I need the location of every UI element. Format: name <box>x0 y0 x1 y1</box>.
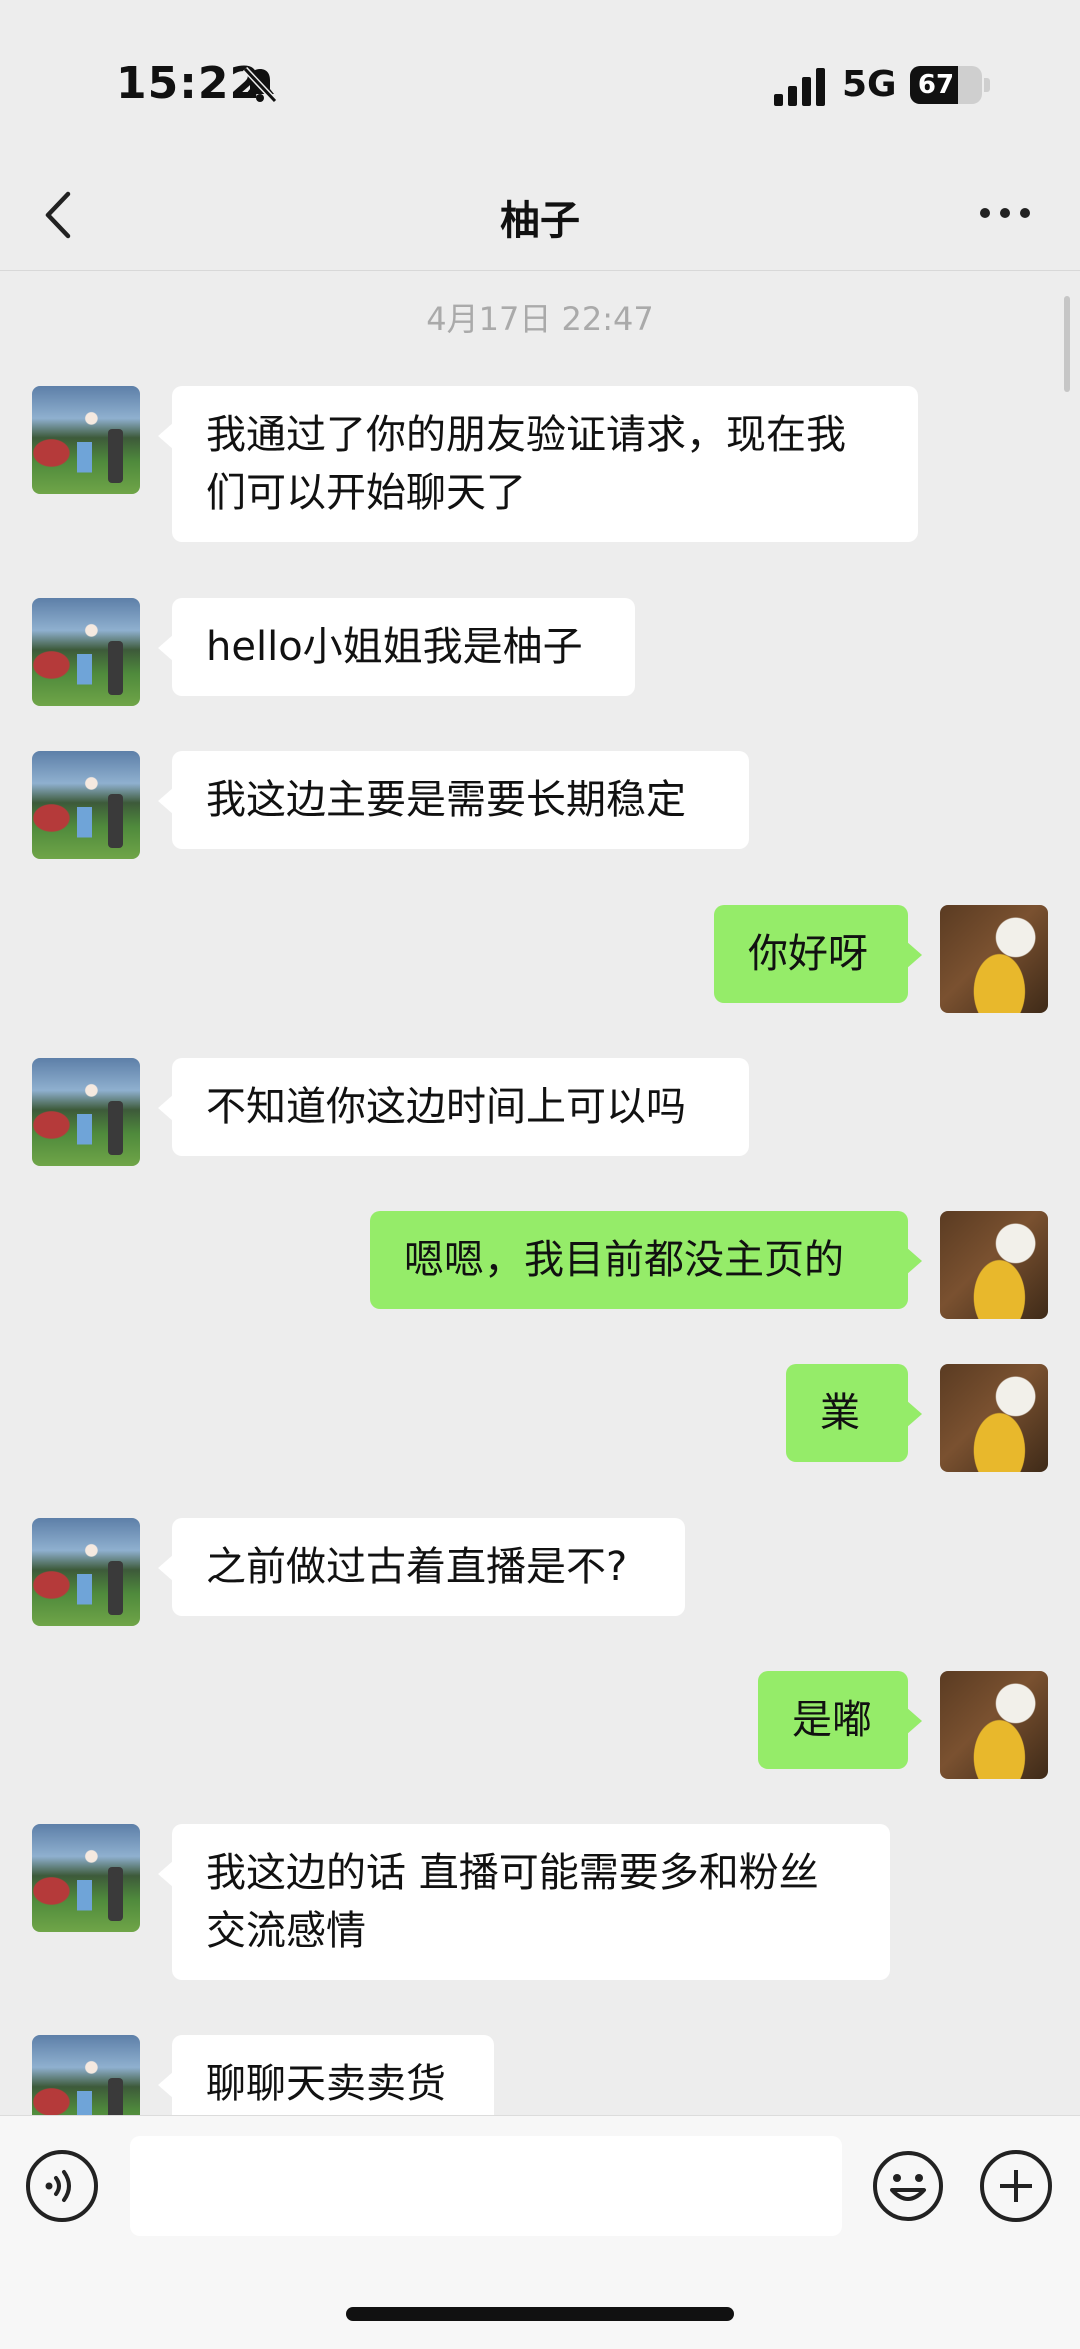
message-list[interactable]: 4月17日 22:47 我通过了你的朋友验证请求，现在我 们可以开始聊天了 hell… <box>0 0 1080 2115</box>
input-bar <box>0 2115 1080 2349</box>
message-text-line: 嗯嗯，我目前都没主页的 <box>404 1237 844 1283</box>
received-message[interactable]: 聊聊天卖卖货 <box>158 2035 494 2115</box>
received-message[interactable]: 我这边主要是需要长期稳定 <box>158 751 749 849</box>
sent-message[interactable]: 業 <box>786 1364 922 1462</box>
received-message[interactable]: 我通过了你的朋友验证请求，现在我 们可以开始聊天了 <box>158 386 918 542</box>
self-avatar[interactable] <box>940 1671 1048 1779</box>
plus-icon[interactable] <box>980 2150 1052 2222</box>
contact-avatar[interactable] <box>32 2035 140 2115</box>
received-message[interactable]: 我这边的话 直播可能需要多和粉丝 交流感情 <box>158 1824 890 1980</box>
message-text-line: 们可以开始聊天了 <box>206 470 526 516</box>
contact-avatar[interactable] <box>32 1518 140 1626</box>
message-text-line: 你好呀 <box>748 931 868 977</box>
scrollbar[interactable] <box>1064 296 1070 392</box>
message-text-line: 交流感情 <box>206 1908 366 1954</box>
self-avatar[interactable] <box>940 1211 1048 1319</box>
message-text-line: 我通过了你的朋友验证请求，现在我 <box>206 412 846 458</box>
message-timestamp: 4月17日 22:47 <box>426 300 654 338</box>
message-text-line: hello小姐姐我是柚子 <box>206 624 583 670</box>
message-text-line: 我这边的话 直播可能需要多和粉丝 <box>206 1850 819 1896</box>
contact-avatar[interactable] <box>32 386 140 494</box>
message-text-line: 不知道你这边时间上可以吗 <box>206 1084 686 1130</box>
self-avatar[interactable] <box>940 905 1048 1013</box>
message-text-line: 聊聊天卖卖货 <box>206 2061 446 2107</box>
emoji-icon[interactable] <box>872 2150 944 2222</box>
sent-message[interactable]: 你好呀 <box>714 905 922 1003</box>
self-avatar[interactable] <box>940 1364 1048 1472</box>
message-text-line: 業 <box>820 1390 860 1436</box>
message-text-line: 我这边主要是需要长期稳定 <box>206 777 686 823</box>
sent-message[interactable]: 是嘟 <box>758 1671 922 1769</box>
message-input[interactable] <box>130 2136 842 2236</box>
received-message[interactable]: hello小姐姐我是柚子 <box>158 598 635 696</box>
sent-message[interactable]: 嗯嗯，我目前都没主页的 <box>370 1211 922 1309</box>
contact-avatar[interactable] <box>32 1058 140 1166</box>
contact-avatar[interactable] <box>32 1824 140 1932</box>
contact-avatar[interactable] <box>32 598 140 706</box>
voice-icon[interactable] <box>26 2150 98 2222</box>
received-message[interactable]: 之前做过古着直播是不? <box>158 1518 685 1616</box>
message-text-line: 是嘟 <box>792 1697 872 1743</box>
message-text-line: 之前做过古着直播是不? <box>206 1544 628 1590</box>
received-message[interactable]: 不知道你这边时间上可以吗 <box>158 1058 749 1156</box>
home-indicator[interactable] <box>346 2307 734 2321</box>
contact-avatar[interactable] <box>32 751 140 859</box>
